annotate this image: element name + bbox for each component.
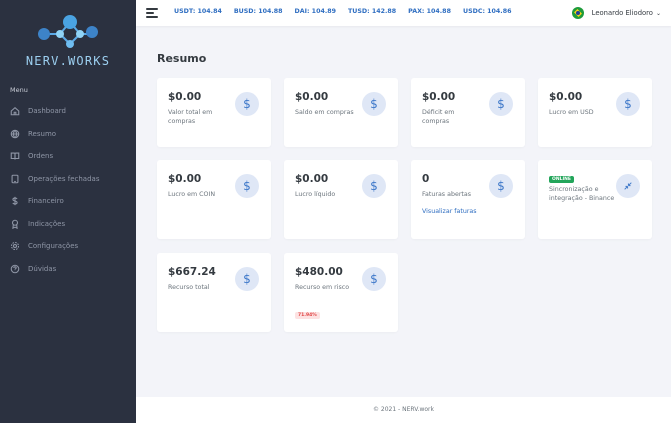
card-label: Faturas abertas bbox=[422, 191, 472, 198]
ticker-usdc: USDC: 104.86 bbox=[462, 8, 512, 15]
award-icon bbox=[10, 219, 20, 229]
sidebar-item-label: Operações fechadas bbox=[28, 174, 100, 183]
page-title: Resumo bbox=[157, 52, 207, 65]
card-recurso-total: $667.24 Recurso total $ bbox=[157, 253, 271, 332]
footer: © 2021 - NERV.work bbox=[136, 397, 671, 423]
dollar-icon: $ bbox=[362, 174, 386, 198]
menu-toggle-icon[interactable] bbox=[146, 8, 158, 18]
card-label: Déficit em compras bbox=[422, 109, 455, 126]
topbar: USDT: 104.84 BUSD: 104.88 DAI: 104.89 TU… bbox=[136, 0, 671, 26]
card-value: $0.00 bbox=[422, 91, 456, 103]
card-label: Sincronização e integração - Binance bbox=[549, 186, 615, 203]
main-content: Resumo $0.00 Valor total em compras $ $0… bbox=[136, 26, 671, 397]
logo[interactable]: NERV.WORKS bbox=[0, 10, 136, 70]
card-label: Saldo em compras bbox=[295, 109, 354, 116]
card-value: $0.00 bbox=[549, 91, 583, 103]
ticker-dai: DAI: 104.89 bbox=[294, 8, 336, 15]
gear-icon bbox=[10, 241, 20, 251]
sidebar-item-ordens[interactable]: Ordens bbox=[0, 145, 136, 168]
card-valor-total: $0.00 Valor total em compras $ bbox=[157, 78, 271, 147]
home-icon bbox=[10, 106, 20, 116]
sidebar-item-resumo[interactable]: Resumo bbox=[0, 123, 136, 146]
arrows-in-icon[interactable] bbox=[616, 174, 640, 198]
card-label: Recurso total bbox=[168, 284, 210, 291]
logo-text: NERV.WORKS bbox=[25, 54, 111, 68]
card-label: Lucro líquido bbox=[295, 191, 336, 198]
dollar-icon: $ bbox=[489, 174, 513, 198]
user-menu[interactable]: Leonardo Eliodoro ⌄ bbox=[571, 7, 661, 19]
card-value: $0.00 bbox=[168, 173, 202, 185]
sidebar-item-configuracoes[interactable]: Configurações bbox=[0, 235, 136, 258]
card-label: Lucro em COIN bbox=[168, 191, 216, 198]
ticker-bar: USDT: 104.84 BUSD: 104.88 DAI: 104.89 TU… bbox=[174, 8, 511, 15]
sidebar-item-label: Dashboard bbox=[28, 107, 66, 116]
card-label: Recurso em risco bbox=[295, 284, 350, 291]
chevron-down-icon: ⌄ bbox=[655, 9, 661, 17]
user-name: Leonardo Eliodoro bbox=[591, 9, 653, 17]
dollar-icon: $ bbox=[616, 92, 640, 116]
ticker-usdt: USDT: 104.84 bbox=[174, 8, 222, 15]
card-value: $0.00 bbox=[168, 91, 202, 103]
dollar-icon: $ bbox=[489, 92, 513, 116]
sidebar-item-label: Configurações bbox=[28, 242, 79, 251]
risk-percent-badge: 71.94% bbox=[295, 312, 320, 319]
sidebar-item-label: Ordens bbox=[28, 152, 54, 161]
ticker-tusd: TUSD: 142.88 bbox=[347, 8, 397, 15]
ticker-pax: PAX: 104.88 bbox=[408, 8, 451, 15]
ticker-busd: BUSD: 104.88 bbox=[233, 8, 283, 15]
card-value: $0.00 bbox=[295, 91, 329, 103]
sidebar-item-label: Resumo bbox=[28, 129, 57, 138]
status-badge: ONLINE bbox=[549, 176, 574, 183]
sidebar-item-label: Indicações bbox=[28, 219, 66, 228]
card-label: Lucro em USD bbox=[549, 109, 594, 116]
globe-icon bbox=[10, 129, 20, 139]
dollar-icon: $ bbox=[362, 267, 386, 291]
card-deficit: $0.00 Déficit em compras $ bbox=[411, 78, 525, 147]
card-value: 0 bbox=[422, 173, 430, 185]
sidebar-item-label: Dúvidas bbox=[28, 264, 57, 273]
help-icon bbox=[10, 264, 20, 274]
sidebar-item-operacoes-fechadas[interactable]: Operações fechadas bbox=[0, 168, 136, 191]
card-lucro-coin: $0.00 Lucro em COIN $ bbox=[157, 160, 271, 239]
card-lucro-usd: $0.00 Lucro em USD $ bbox=[538, 78, 652, 147]
sidebar-item-indicacoes[interactable]: Indicações bbox=[0, 213, 136, 236]
dollar-icon: $ bbox=[235, 267, 259, 291]
dollar-icon bbox=[10, 196, 20, 206]
sidebar-item-label: Financeiro bbox=[28, 197, 64, 206]
card-faturas: 0 Faturas abertas Visualizar faturas $ bbox=[411, 160, 525, 239]
sidebar-item-financeiro[interactable]: Financeiro bbox=[0, 190, 136, 213]
brazil-flag-icon bbox=[571, 7, 584, 19]
card-value: $0.00 bbox=[295, 173, 329, 185]
card-lucro-liquido: $0.00 Lucro líquido $ bbox=[284, 160, 398, 239]
card-value: $480.00 bbox=[295, 266, 343, 278]
sidebar-item-duvidas[interactable]: Dúvidas bbox=[0, 258, 136, 281]
card-recurso-risco: $480.00 Recurso em risco 71.94% $ bbox=[284, 253, 398, 332]
logo-molecule-icon bbox=[38, 15, 98, 48]
tablet-icon bbox=[10, 174, 20, 184]
book-icon bbox=[10, 151, 20, 161]
card-saldo: $0.00 Saldo em compras $ bbox=[284, 78, 398, 147]
sidebar: NERV.WORKS Menu Dashboard Resumo Ordens … bbox=[0, 0, 136, 423]
sidebar-item-dashboard[interactable]: Dashboard bbox=[0, 100, 136, 123]
card-value: $667.24 bbox=[168, 266, 216, 278]
dollar-icon: $ bbox=[235, 174, 259, 198]
sidebar-nav: Dashboard Resumo Ordens Operações fechad… bbox=[0, 100, 136, 280]
dollar-icon: $ bbox=[362, 92, 386, 116]
dollar-icon: $ bbox=[235, 92, 259, 116]
card-sincronizacao: ONLINE Sincronização e integração - Bina… bbox=[538, 160, 652, 239]
view-invoices-link[interactable]: Visualizar faturas bbox=[422, 207, 482, 216]
card-label: Valor total em compras bbox=[168, 109, 213, 126]
menu-title: Menu bbox=[10, 86, 28, 94]
